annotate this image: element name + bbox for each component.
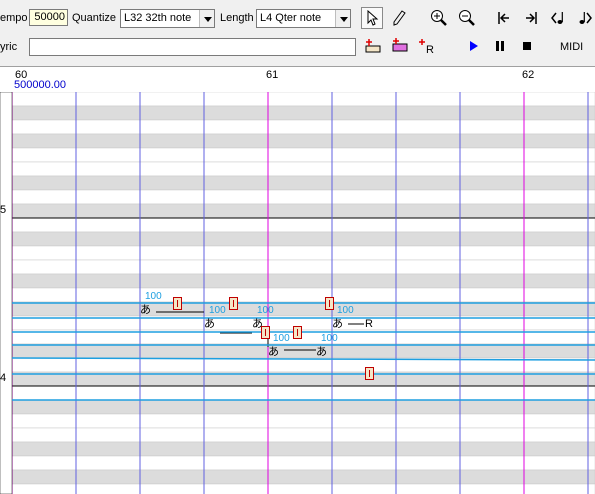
play-icon bbox=[470, 41, 478, 51]
key-row bbox=[11, 441, 595, 457]
insert-rest-button[interactable]: R bbox=[416, 35, 438, 57]
key-row bbox=[11, 92, 595, 107]
length-value: L4 Qter note bbox=[260, 12, 322, 24]
control-marker[interactable] bbox=[293, 326, 302, 339]
key-row bbox=[11, 469, 595, 485]
chevron-down-icon[interactable] bbox=[335, 10, 350, 27]
measure-ruler[interactable]: 60 61 62 500000.00 bbox=[0, 66, 595, 92]
key-row bbox=[11, 175, 595, 191]
go-to-start-icon bbox=[498, 12, 509, 24]
note-lyric[interactable]: あ bbox=[204, 318, 215, 330]
key-row bbox=[11, 119, 595, 135]
go-to-end-icon bbox=[526, 12, 537, 24]
zoom-in-button[interactable] bbox=[428, 7, 450, 29]
velocity-label: 100 bbox=[209, 305, 226, 316]
lyric-label: yric bbox=[0, 41, 18, 53]
tempo-marker[interactable]: 500000.00 bbox=[14, 80, 66, 91]
zoom-in-icon bbox=[431, 10, 447, 26]
tempo-label: empo bbox=[0, 12, 28, 24]
octave-label: 4 bbox=[0, 372, 7, 384]
key-row bbox=[11, 427, 595, 443]
pencil-icon bbox=[393, 10, 406, 26]
key-row bbox=[11, 343, 595, 359]
velocity-label: 100 bbox=[337, 305, 354, 316]
stop-button[interactable] bbox=[516, 35, 538, 57]
svg-text:R: R bbox=[426, 44, 434, 54]
control-marker[interactable] bbox=[365, 367, 374, 380]
key-row bbox=[11, 259, 595, 275]
quantize-select[interactable]: L32 32th note bbox=[120, 9, 215, 28]
measure-label: 61 bbox=[266, 69, 279, 81]
note-lyric[interactable]: あ bbox=[316, 346, 327, 358]
key-row bbox=[11, 147, 595, 163]
zoom-out-icon bbox=[459, 10, 475, 26]
key-row bbox=[11, 217, 595, 233]
key-row bbox=[11, 287, 595, 303]
pencil-tool-button[interactable] bbox=[388, 7, 410, 29]
chevron-down-icon[interactable] bbox=[199, 10, 214, 27]
key-row bbox=[11, 105, 595, 121]
stop-icon bbox=[523, 42, 531, 50]
rest-lyric[interactable]: R bbox=[365, 318, 373, 330]
go-to-start-button[interactable] bbox=[493, 7, 515, 29]
key-row bbox=[11, 399, 595, 415]
measure-label: 62 bbox=[522, 69, 535, 81]
toolbar: empo 50000 Quantize L32 32th note Length… bbox=[0, 0, 595, 66]
key-row bbox=[11, 455, 595, 471]
key-row bbox=[11, 413, 595, 429]
control-marker[interactable] bbox=[325, 297, 334, 310]
note-back-button[interactable] bbox=[547, 7, 569, 29]
key-row bbox=[11, 203, 595, 219]
velocity-label: 100 bbox=[257, 305, 274, 316]
velocity-label: 100 bbox=[273, 333, 290, 344]
key-row bbox=[11, 301, 595, 317]
keyboard-strip bbox=[0, 92, 13, 494]
length-select[interactable]: L4 Qter note bbox=[256, 9, 351, 28]
insert-rest-icon: R bbox=[419, 39, 434, 54]
lyric-input[interactable] bbox=[29, 38, 356, 56]
key-row bbox=[11, 161, 595, 177]
velocity-label: 100 bbox=[145, 291, 162, 302]
control-marker[interactable] bbox=[261, 326, 270, 339]
control-marker[interactable] bbox=[173, 297, 182, 310]
key-row bbox=[11, 245, 595, 261]
control-marker[interactable] bbox=[229, 297, 238, 310]
play-button[interactable] bbox=[462, 35, 484, 57]
octave-label: 5 bbox=[0, 204, 7, 216]
tempo-input[interactable]: 50000 bbox=[29, 9, 68, 26]
insert-note-button[interactable] bbox=[362, 35, 384, 57]
pause-icon bbox=[496, 41, 504, 51]
quantize-value: L32 32th note bbox=[124, 12, 192, 24]
insert-block-icon bbox=[392, 38, 408, 52]
key-row bbox=[11, 483, 595, 494]
key-row bbox=[11, 385, 595, 401]
piano-roll[interactable]: 5 4 100 100 100 100 100 100 あ あ あ あ あ あ … bbox=[0, 92, 595, 494]
key-row bbox=[11, 273, 595, 289]
key-row bbox=[11, 189, 595, 205]
pointer-icon bbox=[367, 10, 379, 26]
note-forward-icon bbox=[579, 12, 592, 24]
go-to-end-button[interactable] bbox=[520, 7, 542, 29]
note-lyric[interactable]: あ bbox=[268, 346, 279, 358]
note-forward-button[interactable] bbox=[574, 7, 595, 29]
piano-roll-grid bbox=[0, 92, 595, 494]
pause-button[interactable] bbox=[489, 35, 511, 57]
note-lyric[interactable]: あ bbox=[332, 318, 343, 330]
midi-label[interactable]: MIDI bbox=[560, 40, 583, 54]
note-back-icon bbox=[551, 12, 563, 24]
velocity-label: 100 bbox=[321, 333, 338, 344]
key-row bbox=[11, 231, 595, 247]
key-row bbox=[11, 133, 595, 149]
pointer-tool-button[interactable] bbox=[361, 7, 383, 29]
quantize-label: Quantize bbox=[72, 12, 117, 24]
insert-pitch-button[interactable] bbox=[389, 35, 411, 57]
note-lyric[interactable]: あ bbox=[140, 304, 151, 316]
zoom-out-button[interactable] bbox=[456, 7, 478, 29]
insert-bar-icon bbox=[365, 39, 381, 53]
length-label: Length bbox=[220, 12, 254, 24]
